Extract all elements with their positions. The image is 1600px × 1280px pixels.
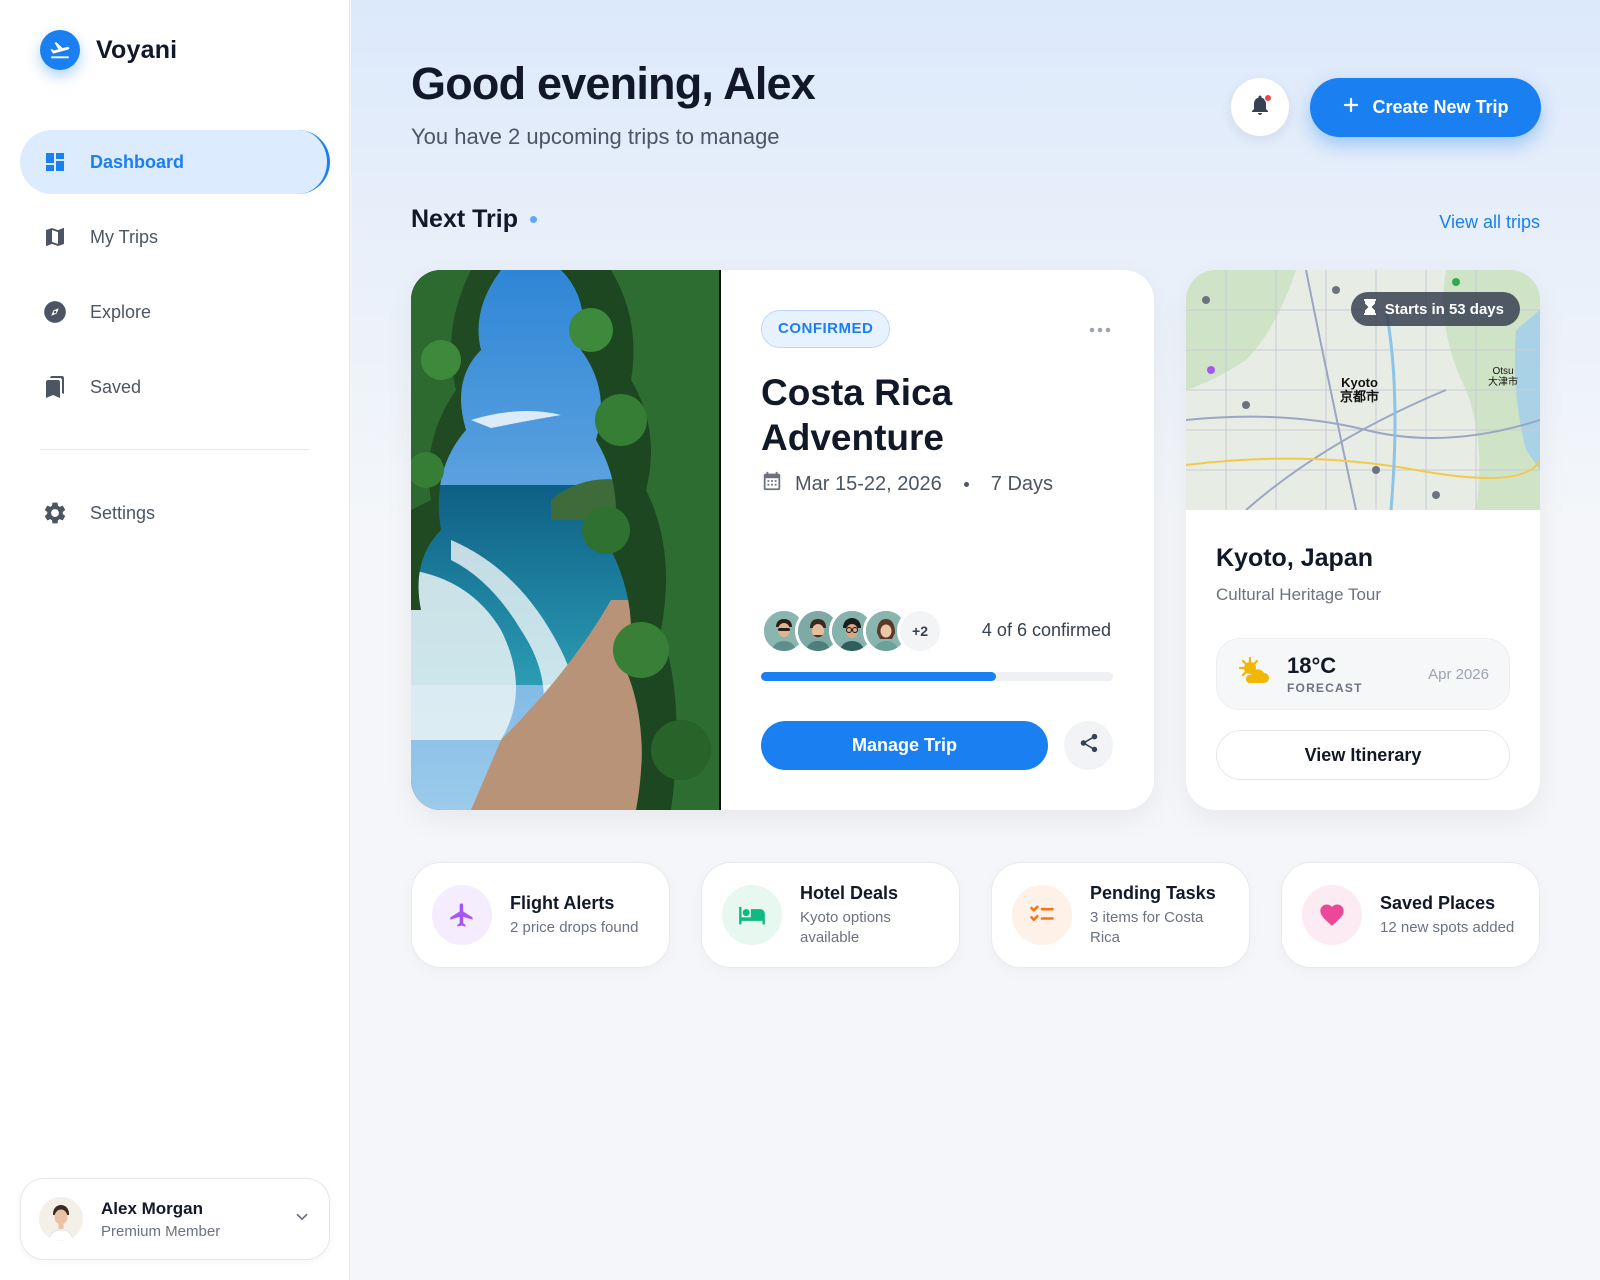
saved-places-card[interactable]: Saved Places 12 new spots added — [1281, 862, 1540, 968]
sidebar-item-label: Settings — [90, 502, 156, 523]
more-options-button[interactable] — [1089, 320, 1111, 338]
sidebar: Voyani Dashboard My Trips Explore Saved — [0, 0, 350, 1280]
upcoming-trip-card: Kyoto 京都市 Otsu 大津市 Starts in 53 days Kyo… — [1186, 270, 1540, 810]
calendar-icon — [761, 470, 783, 498]
quick-card-subtitle: Kyoto options available — [800, 908, 891, 946]
user-name: Alex Morgan — [101, 1198, 204, 1218]
section-title-text: Next Trip — [411, 205, 518, 233]
plus-icon — [1342, 96, 1360, 119]
chevron-down-icon[interactable] — [293, 1208, 311, 1231]
countdown-text: Starts in 53 days — [1384, 300, 1504, 318]
compass-icon — [42, 299, 68, 325]
brand[interactable]: Voyani — [40, 30, 177, 70]
user-role: Premium Member — [101, 1222, 221, 1240]
map-icon — [42, 224, 68, 250]
quick-card-subtitle: 2 price drops found — [510, 918, 639, 936]
view-all-trips-link[interactable]: View all trips — [1439, 212, 1540, 233]
sidebar-item-label: My Trips — [90, 226, 159, 247]
section-title-next-trip: Next Trip — [411, 205, 537, 234]
hourglass-icon — [1363, 299, 1377, 319]
status-badge: CONFIRMED — [761, 310, 891, 348]
plane-logo-icon — [40, 30, 80, 70]
sidebar-item-explore[interactable]: Explore — [20, 280, 330, 344]
avatar — [39, 1197, 83, 1241]
weather-label: FORECAST — [1287, 681, 1363, 695]
quick-card-title: Hotel Deals — [800, 882, 899, 903]
quick-card-title: Saved Places — [1380, 892, 1496, 913]
quick-card-title: Flight Alerts — [510, 892, 615, 913]
notification-dot — [1264, 94, 1272, 102]
gear-icon — [42, 500, 68, 526]
dashboard-icon — [42, 149, 68, 175]
trip-meta: Mar 15-22, 2026 7 Days — [761, 470, 1053, 498]
quick-card-subtitle: 12 new spots added — [1380, 918, 1515, 936]
map-otsu-native-label: 大津市 — [1488, 377, 1518, 388]
map-otsu-label: Otsu — [1492, 366, 1514, 377]
sidebar-item-dashboard[interactable]: Dashboard — [20, 130, 330, 194]
trip-details: CONFIRMED Costa Rica Adventure Mar 15-22… — [761, 270, 1121, 810]
page-subtitle: You have 2 upcoming trips to manage — [411, 124, 780, 149]
quick-card-title: Pending Tasks — [1090, 882, 1216, 903]
traveler-avatars[interactable]: +2 — [761, 608, 943, 654]
share-icon — [1078, 732, 1100, 759]
progress-fill — [761, 672, 996, 681]
weather-forecast: 18°C FORECAST Apr 2026 — [1216, 638, 1510, 710]
view-itinerary-button[interactable]: View Itinerary — [1216, 730, 1510, 780]
upcoming-trip-subtitle: Cultural Heritage Tour — [1216, 585, 1382, 604]
map-city-label: Kyoto — [1341, 375, 1378, 390]
sidebar-item-label: Explore — [90, 301, 152, 322]
sidebar-item-my-trips[interactable]: My Trips — [20, 205, 330, 269]
weather-temperature: 18°C — [1287, 653, 1337, 678]
section-dot — [529, 216, 537, 223]
confirmation-progress-bar — [761, 672, 1113, 681]
main-content: Good evening, Alex You have 2 upcoming t… — [351, 0, 1600, 1280]
checklist-icon — [1012, 885, 1072, 945]
nav-divider — [40, 449, 310, 450]
next-trip-card: CONFIRMED Costa Rica Adventure Mar 15-22… — [411, 270, 1154, 810]
flight-alerts-card[interactable]: Flight Alerts 2 price drops found — [411, 862, 670, 968]
trip-photo — [411, 270, 721, 810]
pending-tasks-card[interactable]: Pending Tasks 3 items for Costa Rica — [991, 862, 1250, 968]
sidebar-item-label: Saved — [90, 376, 142, 397]
countdown-badge: Starts in 53 days — [1350, 292, 1520, 326]
more-horizontal-icon — [1089, 320, 1111, 337]
create-new-trip-button[interactable]: Create New Trip — [1310, 78, 1541, 137]
page-title: Good evening, Alex — [411, 58, 816, 109]
sidebar-item-saved[interactable]: Saved — [20, 355, 330, 419]
share-button[interactable] — [1064, 721, 1113, 770]
more-travelers-badge: +2 — [897, 608, 943, 654]
user-profile-card[interactable]: Alex Morgan Premium Member — [20, 1178, 330, 1260]
sidebar-item-settings[interactable]: Settings — [20, 481, 330, 545]
map-city-native-label: 京都市 — [1340, 389, 1380, 404]
quick-card-subtitle: 3 items for Costa Rica — [1090, 908, 1204, 946]
create-new-trip-label: Create New Trip — [1372, 97, 1509, 117]
meta-separator — [963, 481, 969, 487]
trip-map[interactable]: Kyoto 京都市 Otsu 大津市 Starts in 53 days — [1186, 270, 1540, 510]
sidebar-item-label: Dashboard — [90, 151, 185, 172]
weather-date: Apr 2026 — [1428, 665, 1489, 683]
notifications-button[interactable] — [1231, 78, 1289, 136]
brand-name: Voyani — [96, 35, 178, 64]
heart-icon — [1302, 885, 1362, 945]
manage-trip-button[interactable]: Manage Trip — [761, 721, 1048, 770]
trip-duration: 7 Days — [990, 472, 1054, 495]
confirmed-count: 4 of 6 confirmed — [981, 620, 1111, 640]
bed-icon — [722, 885, 782, 945]
bookmark-icon — [42, 374, 68, 400]
plane-icon — [432, 885, 492, 945]
trip-dates: Mar 15-22, 2026 — [795, 472, 942, 495]
upcoming-trip-title: Kyoto, Japan — [1216, 544, 1373, 572]
map-label-kyoto: Kyoto 京都市 — [1340, 376, 1379, 404]
trip-title: Costa Rica Adventure — [761, 372, 953, 458]
map-label-otsu: Otsu 大津市 — [1488, 366, 1518, 388]
hotel-deals-card[interactable]: Hotel Deals Kyoto options available — [701, 862, 960, 968]
sidebar-nav: Dashboard My Trips Explore Saved — [20, 130, 330, 430]
partly-sunny-icon — [1237, 655, 1271, 694]
